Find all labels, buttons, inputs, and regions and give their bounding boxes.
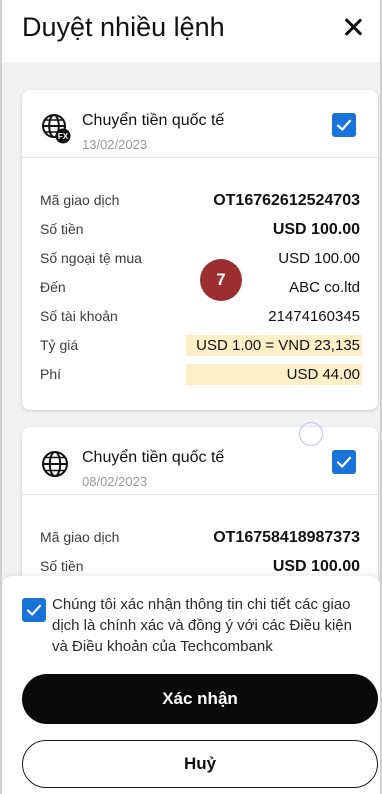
detail-label: Phí [40, 366, 62, 382]
detail-row: Số tiền USD 100.00 [40, 219, 362, 248]
detail-value: USD 100.00 [272, 221, 360, 238]
card-title: Chuyển tiền quốc tế [82, 112, 225, 129]
screen: Duyệt nhiều lệnh FX Chuyển tiền quốc tế … [0, 0, 382, 794]
select-checkbox[interactable] [332, 450, 356, 474]
detail-label: Tỷ giá [40, 337, 79, 353]
detail-value: USD 100.00 [272, 558, 360, 575]
detail-label: Số ngoại tệ mua [40, 250, 142, 266]
agree-text: Chúng tôi xác nhận thông tin chi tiết cá… [52, 596, 352, 655]
detail-row: Mã giao dịch OT16758418987373 [40, 527, 362, 556]
checkmark-icon [336, 456, 352, 468]
detail-label: Số tiền [40, 221, 84, 237]
detail-value: ABC co.ltd [289, 279, 360, 296]
card-date: 13/02/2023 [82, 137, 148, 152]
detail-row: Số tài khoản 21474160345 [40, 306, 362, 335]
transaction-card: FX Chuyển tiền quốc tế 13/02/2023 Mã gia… [22, 90, 378, 410]
card-title: Chuyển tiền quốc tế [82, 449, 225, 466]
detail-row: Phí USD 44.00 [40, 364, 362, 393]
card-header: Chuyển tiền quốc tế 08/02/2023 [22, 427, 378, 495]
detail-label: Đến [40, 279, 66, 295]
globe-fx-icon: FX [42, 114, 71, 144]
detail-value: USD 100.00 [278, 250, 360, 267]
fee-value: USD 44.00 [186, 364, 362, 385]
detail-label: Mã giao dịch [40, 192, 120, 208]
close-icon[interactable] [340, 14, 366, 40]
confirm-button[interactable]: Xác nhận [22, 674, 378, 724]
checkmark-icon [26, 604, 42, 616]
select-checkbox[interactable] [332, 113, 356, 137]
svg-text:FX: FX [58, 132, 69, 141]
exchange-rate-value: USD 1.00 = VND 23,135 [186, 335, 362, 356]
detail-label: Số tiền [40, 558, 84, 574]
confirm-sheet: Chúng tôi xác nhận thông tin chi tiết cá… [2, 576, 380, 794]
detail-label: Mã giao dịch [40, 529, 120, 545]
detail-label: Số tài khoản [40, 308, 118, 324]
detail-value: OT16762612524703 [213, 192, 360, 209]
cancel-button[interactable]: Huỷ [22, 740, 378, 788]
header: Duyệt nhiều lệnh [2, 0, 380, 62]
page-title: Duyệt nhiều lệnh [22, 12, 225, 42]
globe-icon [42, 451, 68, 477]
touch-indicator [299, 422, 323, 446]
card-date: 08/02/2023 [82, 474, 148, 489]
detail-row: Tỷ giá USD 1.00 = VND 23,135 [40, 335, 362, 364]
checkmark-icon [336, 119, 352, 131]
step-badge: 7 [200, 259, 242, 301]
detail-row: Mã giao dịch OT16762612524703 [40, 190, 362, 219]
detail-value: OT16758418987373 [213, 529, 360, 546]
detail-list: Mã giao dịch OT16762612524703 Số tiền US… [40, 190, 362, 393]
detail-value: 21474160345 [268, 308, 360, 325]
card-header: FX Chuyển tiền quốc tế 13/02/2023 [22, 90, 378, 158]
agree-checkbox[interactable] [22, 598, 46, 622]
